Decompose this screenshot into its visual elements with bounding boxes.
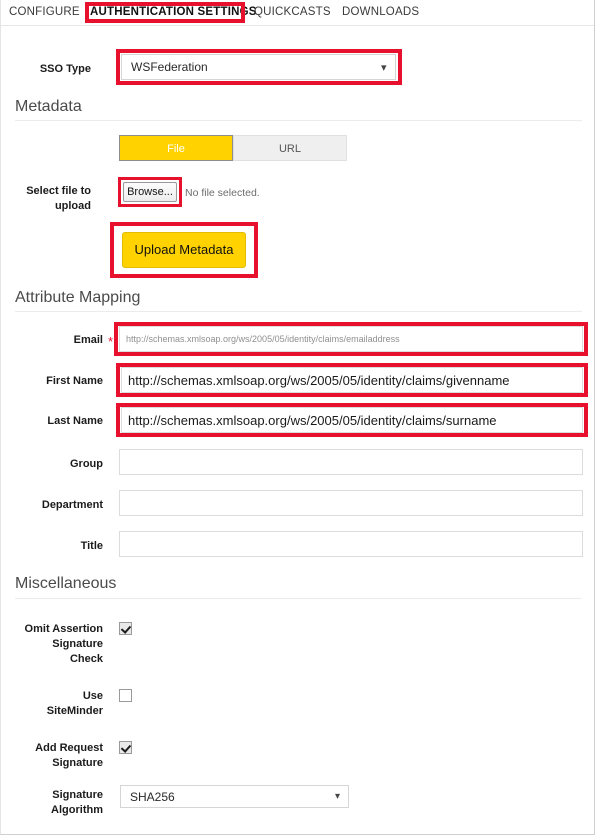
group-label: Group [70,458,103,470]
tab-quickcasts[interactable]: QUICKCASTS [254,5,331,20]
omit-assertion-signature-check-checkbox[interactable] [119,622,132,635]
add-request-signature-label-line-2: Signature [52,757,103,769]
omit-assertion-label-line-3: Check [69,653,103,665]
attribute-mapping-section-divider [15,311,582,312]
metadata-source-file-button[interactable]: File [119,135,233,161]
signature-algorithm-select[interactable]: SHA256 [120,785,349,808]
top-tab-bar: CONFIGURE AUTHENTICATION SETTINGS QUICKC… [1,0,594,26]
department-input[interactable] [119,490,583,516]
signature-algorithm-label-line-2: Algorithm [51,804,103,816]
omit-assertion-label-line-2: Signature [52,638,103,650]
miscellaneous-section-heading: Miscellaneous [15,575,117,592]
select-file-label-text: Select file to upload [26,185,91,212]
omit-assertion-label-line-1: Omit Assertion [24,623,103,635]
use-siteminder-checkbox[interactable] [119,689,132,702]
authentication-settings-page: CONFIGURE AUTHENTICATION SETTINGS QUICKC… [0,0,595,835]
omit-assertion-signature-check-label: Omit Assertion Signature Check [1,622,103,667]
upload-metadata-button[interactable]: Upload Metadata [122,232,246,268]
email-required-marker: * [108,334,114,349]
email-input[interactable] [119,326,583,352]
add-request-signature-label-line-1: Add Request [35,742,103,754]
miscellaneous-section-divider [15,598,582,599]
metadata-section-heading: Metadata [15,98,82,115]
last-name-input[interactable] [121,407,583,433]
add-request-signature-label: Add Request Signature [1,741,103,771]
signature-algorithm-label: Signature Algorithm [1,788,103,818]
email-label: Email [73,334,103,346]
department-label: Department [41,499,103,511]
tab-configure[interactable]: CONFIGURE [9,5,80,20]
metadata-section-divider [15,120,582,121]
add-request-signature-checkbox[interactable] [119,741,132,754]
select-file-label: Select file to upload [1,184,91,214]
use-siteminder-label: Use SiteMinder [1,689,103,719]
title-input[interactable] [119,531,583,557]
use-siteminder-label-line-2: SiteMinder [46,705,103,717]
group-input[interactable] [119,449,583,475]
no-file-selected-text: No file selected. [185,187,260,199]
first-name-input[interactable] [121,367,583,393]
title-label: Title [80,540,103,552]
metadata-source-url-button[interactable]: URL [233,135,347,161]
browse-button[interactable]: Browse... [123,182,177,202]
tab-downloads[interactable]: DOWNLOADS [342,5,419,20]
first-name-label: First Name [46,375,103,387]
tab-authentication-settings[interactable]: AUTHENTICATION SETTINGS [90,5,257,20]
attribute-mapping-section-heading: Attribute Mapping [15,289,141,306]
sso-type-label: SSO Type [39,63,91,75]
sso-type-select[interactable]: WSFederation [121,54,396,80]
use-siteminder-label-line-1: Use [82,690,103,702]
last-name-label: Last Name [47,415,103,427]
signature-algorithm-label-line-1: Signature [52,789,103,801]
